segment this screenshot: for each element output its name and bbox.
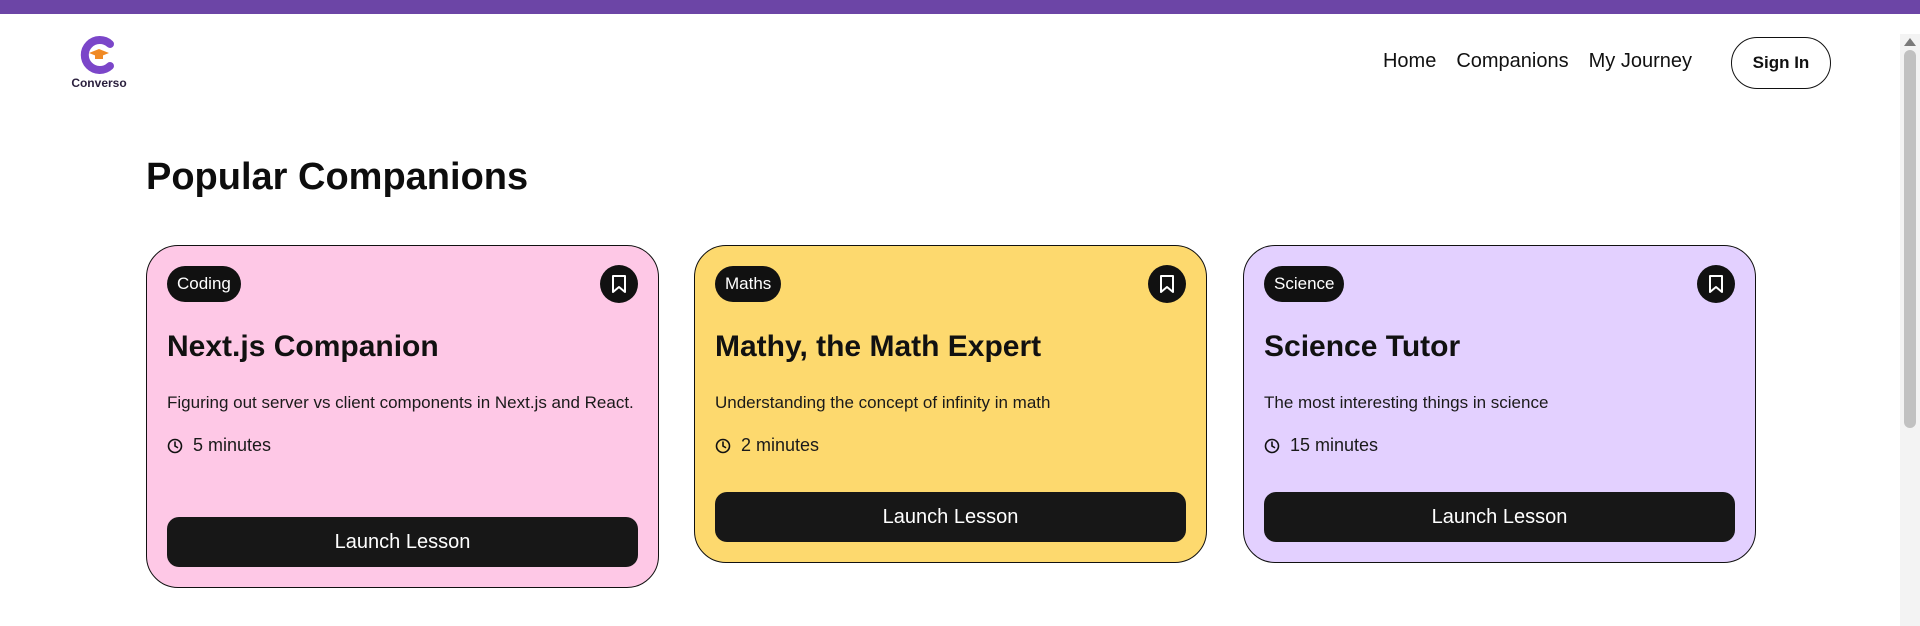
duration-label: 15 minutes	[1290, 435, 1379, 455]
clock-icon	[167, 438, 183, 453]
bookmark-button[interactable]	[1697, 265, 1735, 303]
companion-topic: The most interesting things in science	[1264, 393, 1549, 412]
sign-in-button[interactable]: Sign In	[1731, 37, 1831, 89]
companion-name: Science Tutor	[1264, 330, 1461, 363]
subject-badge: Science	[1264, 266, 1345, 302]
converso-logo[interactable]: Converso	[70, 34, 128, 90]
subject-badge: Maths	[715, 266, 782, 302]
logo-icon	[80, 36, 114, 74]
clock-icon	[715, 438, 731, 453]
section-title: Popular Companions	[146, 156, 529, 198]
companion-name: Mathy, the Math Expert	[715, 330, 1042, 363]
bookmark-icon	[612, 275, 626, 293]
companion-topic: Understanding the concept of infinity in…	[715, 393, 1051, 412]
bookmark-button[interactable]	[1148, 265, 1186, 303]
bookmark-icon	[1160, 275, 1174, 293]
companion-card: Science Science Tutor The most interesti…	[1243, 245, 1756, 563]
clock-icon	[1264, 438, 1280, 453]
scroll-up-arrow-icon[interactable]	[1904, 38, 1916, 46]
duration-row: 5 minutes	[167, 435, 638, 456]
duration-row: 15 minutes	[1264, 435, 1735, 456]
companion-card: Maths Mathy, the Math Expert Understandi…	[694, 245, 1207, 563]
bookmark-button[interactable]	[600, 265, 638, 303]
companion-name: Next.js Companion	[167, 330, 439, 363]
main-nav: Home Companions My Journey	[1383, 50, 1692, 73]
launch-lesson-button[interactable]: Launch Lesson	[715, 492, 1186, 542]
logo-wordmark: Converso	[71, 76, 127, 90]
nav-my-journey-link[interactable]: My Journey	[1589, 50, 1692, 73]
bookmark-icon	[1709, 275, 1723, 293]
page-scrollbar[interactable]	[1900, 34, 1920, 626]
scroll-thumb[interactable]	[1904, 50, 1916, 428]
nav-companions-link[interactable]: Companions	[1456, 50, 1568, 73]
duration-row: 2 minutes	[715, 435, 1186, 456]
companion-topic: Figuring out server vs client components…	[167, 393, 634, 412]
launch-lesson-button[interactable]: Launch Lesson	[167, 517, 638, 567]
launch-lesson-button[interactable]: Launch Lesson	[1264, 492, 1735, 542]
companion-card: Coding Next.js Companion Figuring out se…	[146, 245, 659, 588]
top-accent-bar	[0, 0, 1920, 14]
nav-home-link[interactable]: Home	[1383, 50, 1436, 73]
duration-label: 5 minutes	[193, 435, 272, 455]
duration-label: 2 minutes	[741, 435, 820, 455]
subject-badge: Coding	[167, 266, 241, 302]
